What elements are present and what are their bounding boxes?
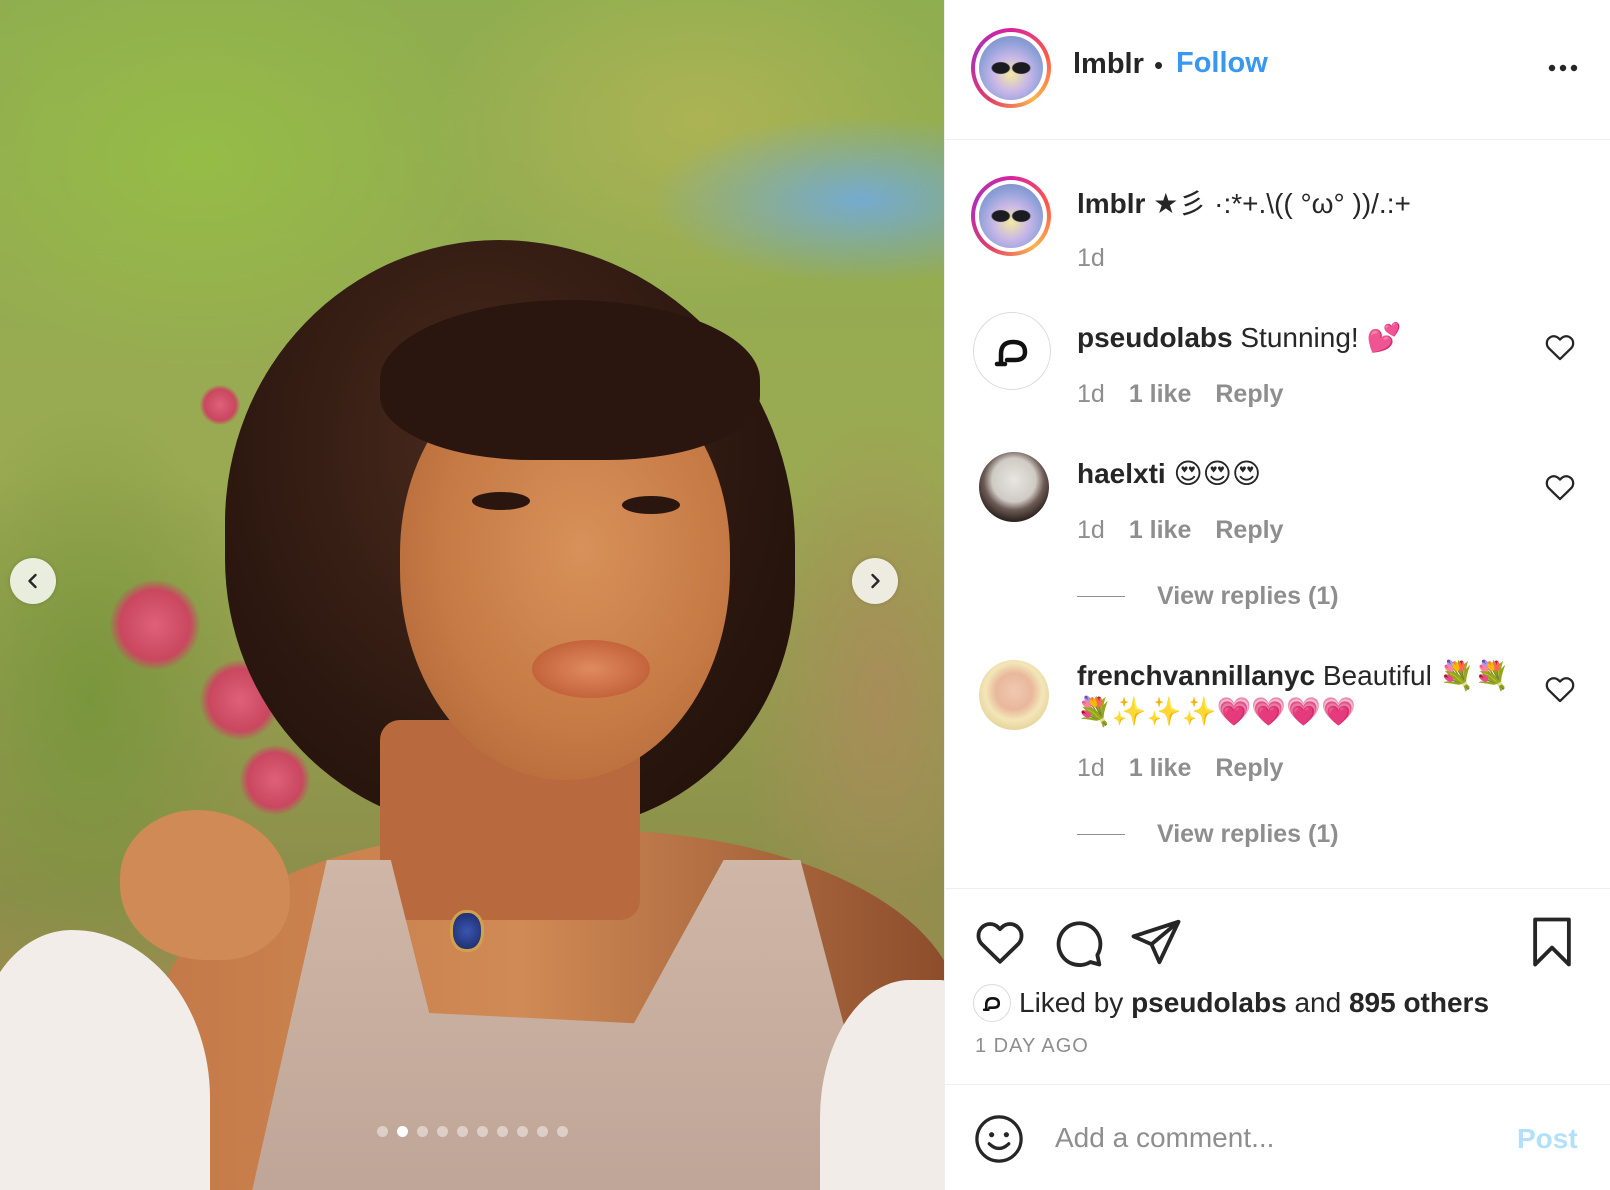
subject-bangs: [380, 300, 760, 460]
comment-likes[interactable]: 1 like: [1129, 754, 1192, 783]
carousel-dot: [496, 1126, 508, 1137]
post-header: lmblr • Follow: [945, 0, 1610, 140]
comment-item: frenchvannillanyc Beautiful 💐💐💐✨✨✨💗💗💗💗 1…: [945, 658, 1610, 878]
author-username[interactable]: lmblr: [1073, 48, 1144, 81]
carousel-dot: [396, 1126, 408, 1137]
carousel-dot: [476, 1126, 488, 1137]
view-replies-button[interactable]: View replies (1): [1077, 582, 1339, 611]
liked-by-prefix: Liked by: [1019, 987, 1124, 1018]
carousel-dot: [536, 1126, 548, 1137]
reply-button[interactable]: Reply: [1215, 516, 1283, 545]
previous-photo-button[interactable]: [10, 558, 56, 604]
emoji-icon[interactable]: [973, 1113, 1025, 1165]
add-comment-bar: Post: [945, 1084, 1610, 1190]
reply-button[interactable]: Reply: [1215, 380, 1283, 409]
comment-username[interactable]: haelxti: [1077, 458, 1166, 489]
post-timestamp[interactable]: 1 DAY AGO: [975, 1035, 1089, 1058]
comments-list[interactable]: lmblr ★彡 ·:*+.\(( °ω° ))/.:+ 1d pseudola…: [945, 140, 1610, 888]
reply-button[interactable]: Reply: [1215, 754, 1283, 783]
comment-text: 😍😍😍: [1173, 458, 1262, 489]
comment-username[interactable]: frenchvannillanyc: [1077, 660, 1315, 691]
replies-divider: [1077, 596, 1125, 597]
commenter-avatar[interactable]: [979, 660, 1049, 730]
carousel-indicator: [0, 1126, 944, 1137]
subject-lips: [532, 640, 650, 698]
comment-time[interactable]: 1d: [1077, 380, 1105, 409]
comment-likes[interactable]: 1 like: [1129, 516, 1192, 545]
chevron-right-icon: [871, 573, 880, 589]
commenter-avatar[interactable]: [979, 452, 1049, 522]
carousel-dot: [416, 1126, 428, 1137]
paper-plane-icon[interactable]: [1129, 915, 1183, 969]
view-replies-label: View replies (1): [1157, 582, 1339, 610]
post-photo[interactable]: [0, 0, 944, 1190]
carousel-dot: [436, 1126, 448, 1137]
flower-cluster: [110, 580, 200, 670]
author-avatar[interactable]: [971, 28, 1051, 108]
caption-username[interactable]: lmblr: [1077, 188, 1145, 219]
pseudolabs-logo-icon: [994, 339, 1028, 367]
chevron-left-icon: [28, 573, 37, 589]
comment-time[interactable]: 1d: [1077, 516, 1105, 545]
replies-divider: [1077, 834, 1125, 835]
subject-pendant: [450, 910, 484, 952]
pseudolabs-logo-icon: [982, 997, 1001, 1012]
more-options-button[interactable]: [1543, 48, 1583, 88]
heart-icon[interactable]: [973, 915, 1027, 969]
flower-cluster: [200, 385, 240, 425]
post-comment-button[interactable]: Post: [1517, 1123, 1578, 1155]
carousel-dot: [376, 1126, 388, 1137]
comment-input[interactable]: [1055, 1113, 1485, 1163]
view-replies-button[interactable]: View replies (1): [1077, 820, 1339, 849]
liked-by: Liked by pseudolabs and 895 others: [973, 984, 1489, 1022]
subject-eye: [622, 496, 680, 514]
carousel-dot: [456, 1126, 468, 1137]
carousel-dot: [516, 1126, 528, 1137]
liker-avatar[interactable]: [973, 984, 1011, 1022]
post-side-panel: lmblr • Follow lmblr ★彡 ·:*+.\(( °ω° ))/…: [944, 0, 1610, 1190]
comment-time[interactable]: 1d: [1077, 754, 1105, 783]
header-separator: •: [1154, 50, 1164, 80]
comment-username[interactable]: pseudolabs: [1077, 322, 1233, 353]
liked-by-and: and: [1294, 987, 1342, 1018]
heart-icon[interactable]: [1543, 672, 1577, 706]
commenter-avatar[interactable]: [973, 312, 1051, 390]
comment-text: Stunning! 💕: [1240, 322, 1402, 353]
subject-eye: [472, 492, 530, 510]
next-photo-button[interactable]: [852, 558, 898, 604]
comment-icon[interactable]: [1051, 915, 1105, 969]
subject-hand: [120, 810, 290, 960]
heart-icon[interactable]: [1543, 330, 1577, 364]
caption-time[interactable]: 1d: [1077, 244, 1105, 273]
comment-item: pseudolabs Stunning! 💕 1d 1 like Reply: [945, 312, 1610, 422]
carousel-dot: [556, 1126, 568, 1137]
bookmark-icon[interactable]: [1525, 915, 1579, 969]
caption-text: ★彡 ·:*+.\(( °ω° ))/.:+: [1153, 188, 1411, 219]
heart-icon[interactable]: [1543, 470, 1577, 504]
comment-item: haelxti 😍😍😍 1d 1 like Reply View replies…: [945, 450, 1610, 620]
comment-likes[interactable]: 1 like: [1129, 380, 1192, 409]
caption-avatar[interactable]: [971, 176, 1051, 256]
liked-by-user[interactable]: pseudolabs: [1131, 987, 1287, 1019]
view-replies-label: View replies (1): [1157, 820, 1339, 848]
liked-by-others[interactable]: 895 others: [1349, 987, 1489, 1019]
flower-cluster: [240, 745, 310, 815]
caption: lmblr ★彡 ·:*+.\(( °ω° ))/.:+ 1d: [945, 176, 1610, 286]
follow-button[interactable]: Follow: [1176, 47, 1268, 80]
more-horizontal-icon: [1548, 64, 1578, 72]
